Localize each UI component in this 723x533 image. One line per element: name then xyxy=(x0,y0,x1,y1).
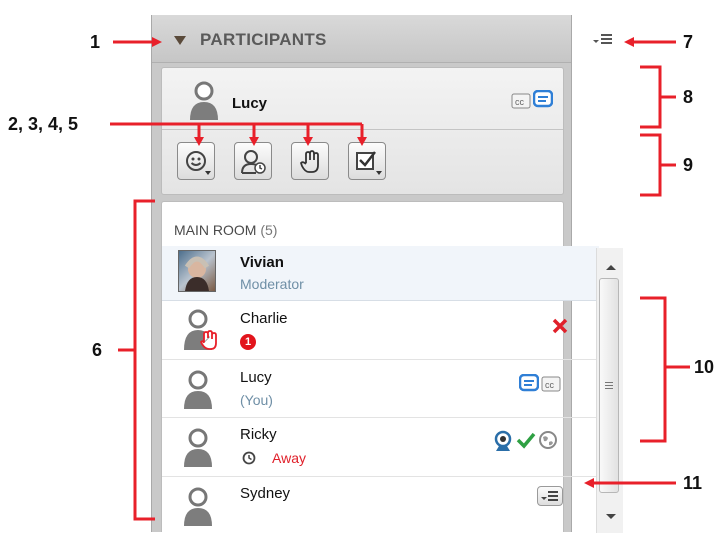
callout-1: 1 xyxy=(90,32,101,52)
callout-6: 6 xyxy=(92,340,103,360)
callout-2-3-4-5: 2, 3, 4, 5 xyxy=(8,114,79,134)
callout-9: 9 xyxy=(683,155,694,175)
callout-10: 10 xyxy=(694,357,715,377)
callout-8: 8 xyxy=(683,87,694,107)
callout-11: 11 xyxy=(683,473,703,493)
callout-7: 7 xyxy=(683,32,694,52)
callout-lines xyxy=(110,37,690,521)
